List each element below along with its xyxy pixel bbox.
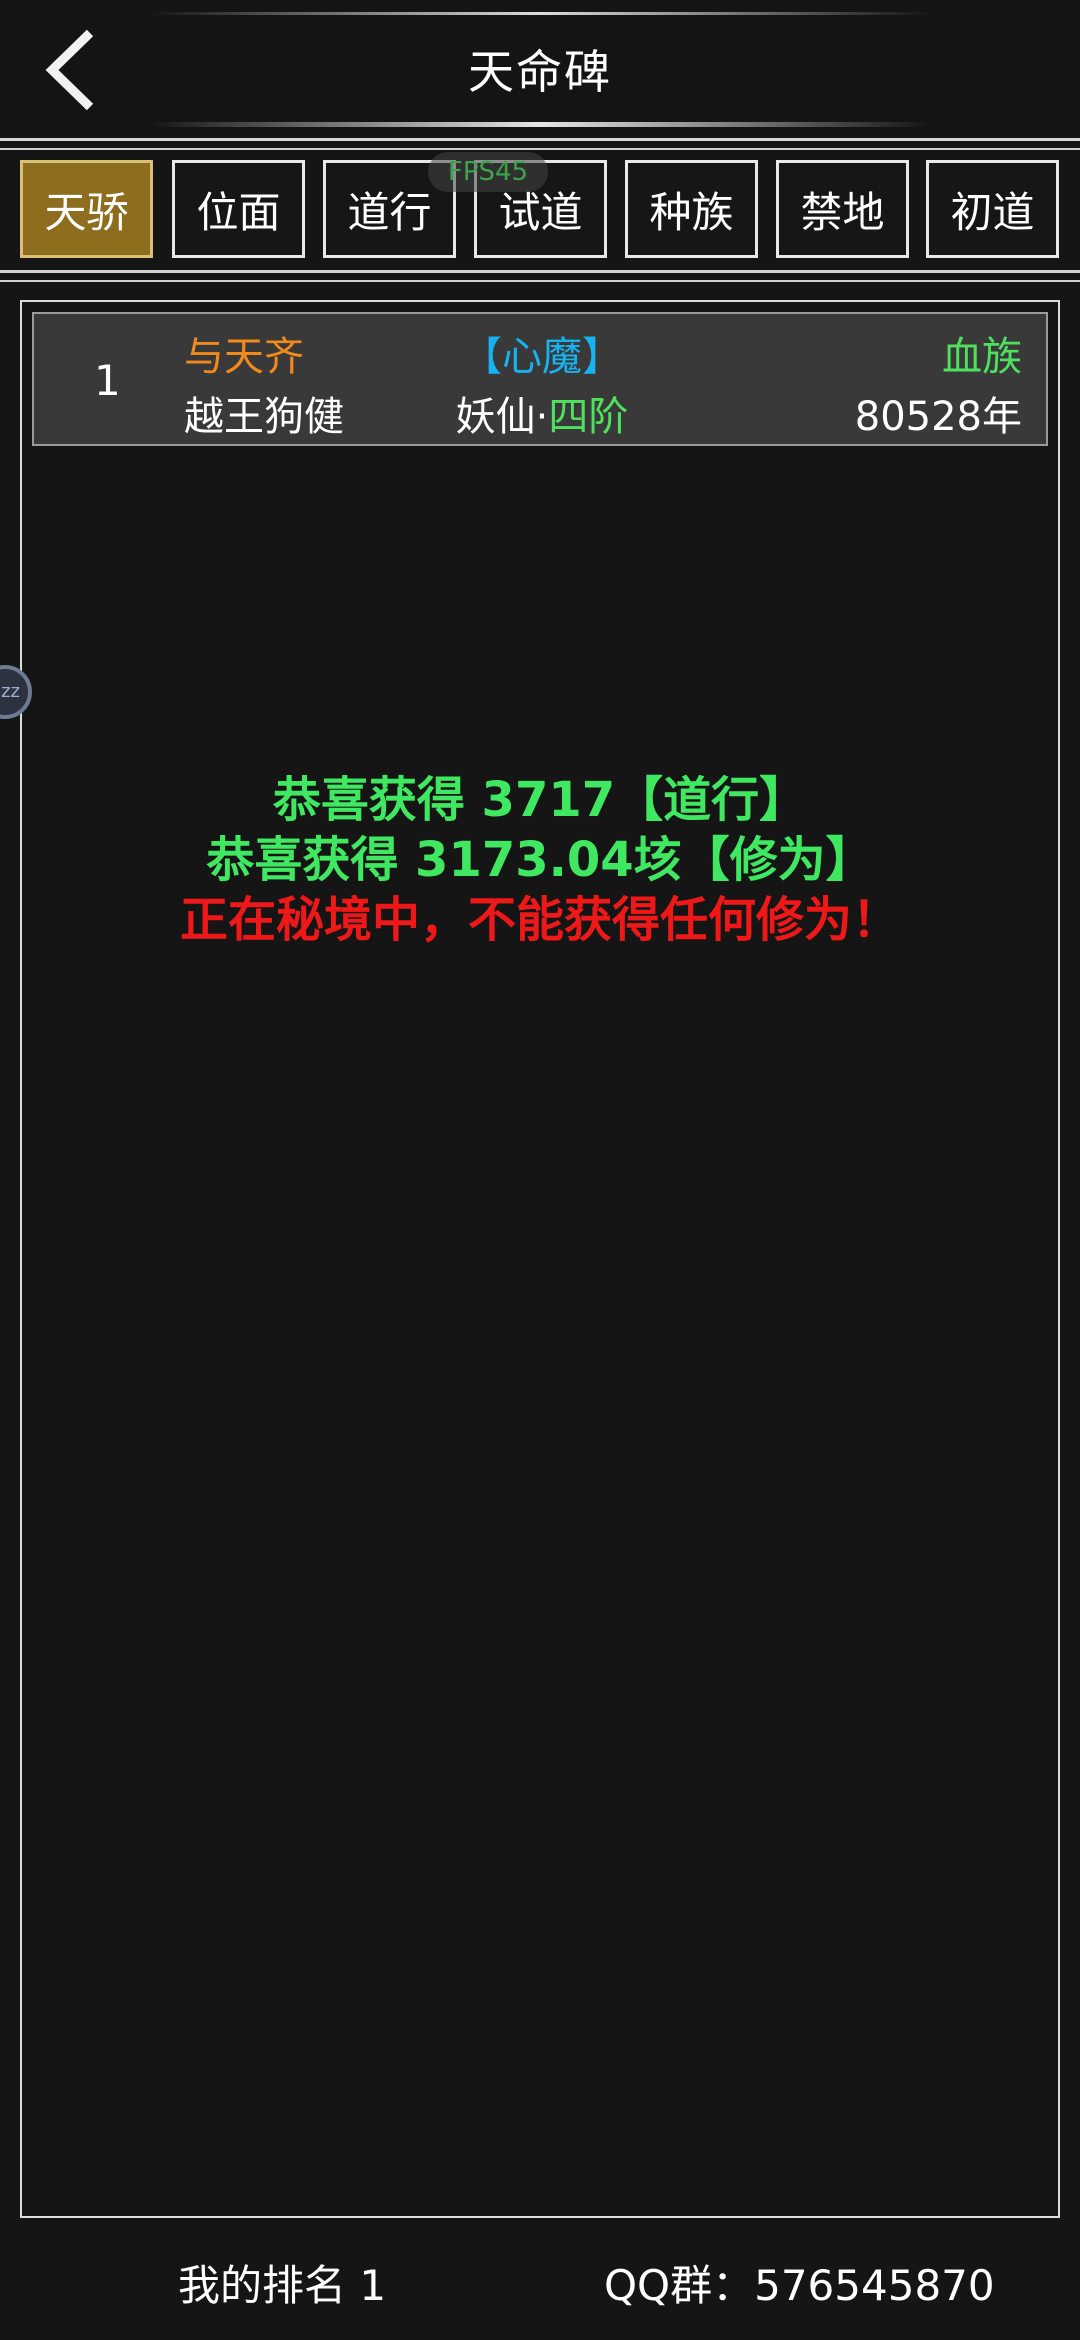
realm-name: 妖仙 <box>455 394 536 440</box>
page-title: 天命碑 <box>468 45 612 99</box>
tab-jindi[interactable]: 禁地 <box>776 160 909 258</box>
ranking-row[interactable]: 1 与天齐 越王狗健 【心魔】 妖仙·四阶 血族 80528年 <box>32 312 1048 446</box>
realm-stage: 四阶 <box>548 394 629 440</box>
qq-group: QQ群：576545870 <box>604 2261 995 2310</box>
header-divider-inner <box>0 148 1080 150</box>
tab-weimian[interactable]: 位面 <box>172 160 305 258</box>
header-decor-line-bottom <box>150 122 930 127</box>
ranking-list-panel[interactable]: 1 与天齐 越王狗健 【心魔】 妖仙·四阶 血族 80528年 <box>20 300 1060 2218</box>
my-rank: 我的排名 1 <box>178 2261 387 2310</box>
warning-message: 正在秘境中，不能获得任何修为！ <box>179 892 900 948</box>
realm-separator: · <box>535 394 549 440</box>
header-bar: 天命碑 <box>0 0 1080 140</box>
demon-tag: 【心魔】 <box>462 334 622 380</box>
fps-counter: FPS45 <box>428 152 548 192</box>
player-race: 血族 <box>942 334 1022 380</box>
tabs-divider <box>0 270 1080 273</box>
player-age: 80528年 <box>854 394 1022 440</box>
header-divider <box>0 138 1080 141</box>
header-decor-line-top <box>150 12 930 15</box>
tab-tianjiao[interactable]: 天骄 <box>20 160 153 258</box>
tab-zhongzu[interactable]: 种族 <box>625 160 758 258</box>
tabs-divider-inner <box>0 280 1080 282</box>
tab-chudao[interactable]: 初道 <box>926 160 1059 258</box>
